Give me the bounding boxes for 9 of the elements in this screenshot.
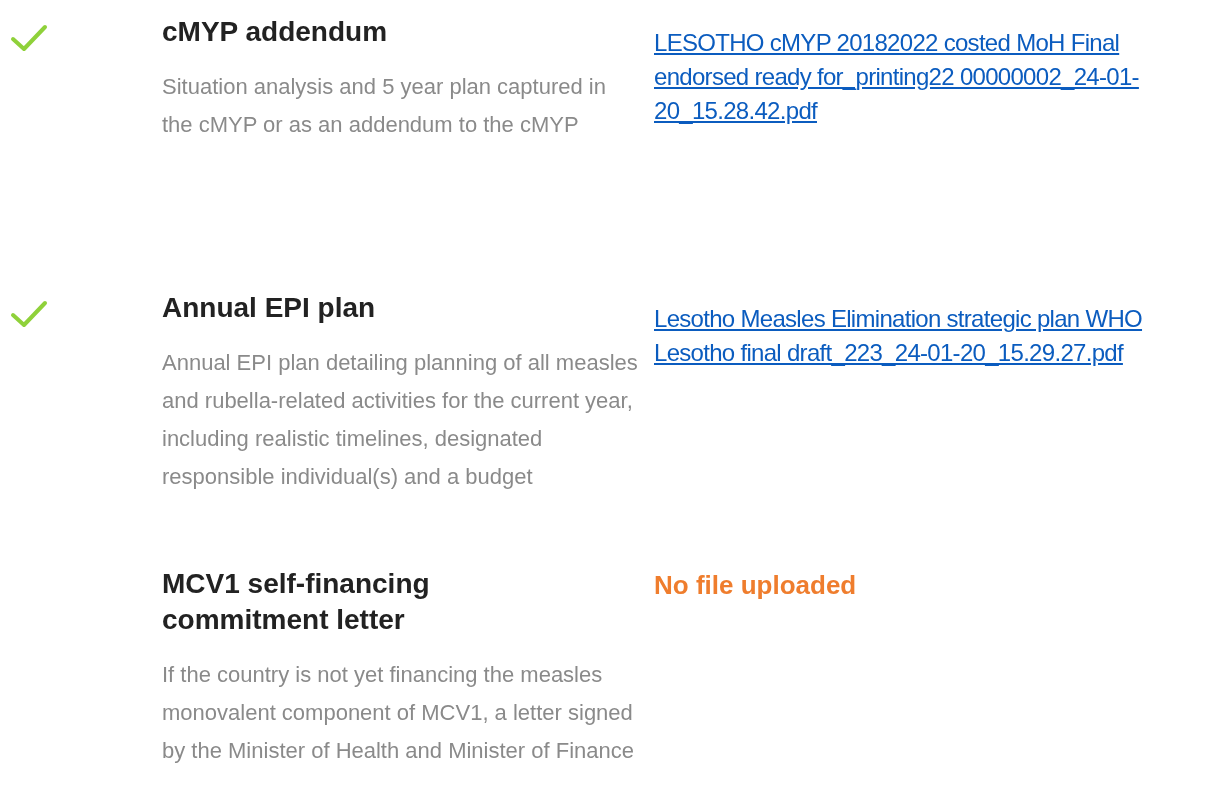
missing-file-text: No file uploaded [654, 569, 858, 602]
document-description: Annual EPI plan detailing planning of all measles and rubella-related activities for the current year, including realistic timelines, designated responsible individual(s) and a budget [162, 349, 639, 491]
file-link[interactable]: Lesotho Measles Elimination strategic plan WHO Lesotho final draft_223_24-01-20_15.29.27.pdf [654, 302, 1208, 370]
document-description: Situation analysis and 5 year plan captured in the cMYP or as an addendum to the cMYP [162, 73, 607, 139]
document-description: If the country is not yet financing the measles monovalent component of MCV1, a letter signed by the Minister of Health and Minister of Finance [162, 661, 635, 765]
document-title: MCV1 self-financing commitment letter [162, 567, 431, 637]
file-link[interactable]: LESOTHO cMYP 20182022 costed MoH Final endorsed ready for_printing22 00000002_24-01-20_15.28.42.pdf [654, 26, 1208, 128]
document-title: Annual EPI plan [162, 291, 377, 325]
document-title: cMYP addendum [162, 15, 389, 49]
